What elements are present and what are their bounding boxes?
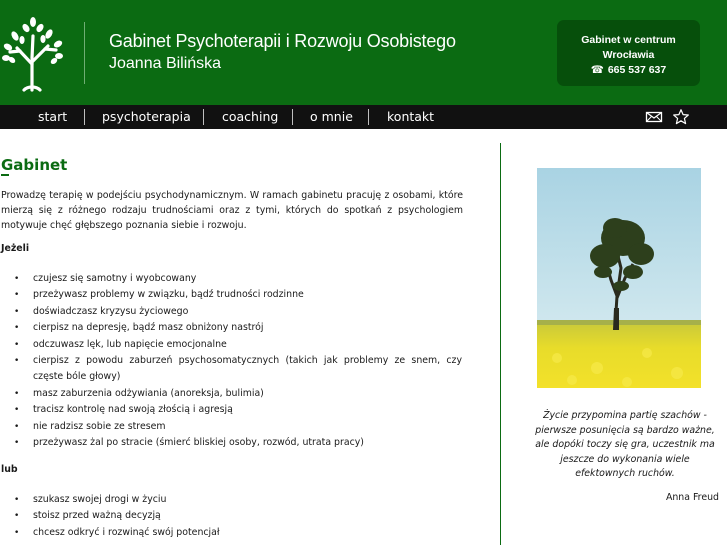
section-label-jezeli: Jeżeli xyxy=(1,243,30,254)
list-item: przeżywasz problemy w związku, bądź trud… xyxy=(0,287,462,304)
tree-logo-icon[interactable] xyxy=(2,14,64,92)
nav-separator xyxy=(203,109,204,125)
nav-separator xyxy=(368,109,369,125)
nav-item-start[interactable]: start xyxy=(38,105,67,129)
contact-line-2: Wrocławia xyxy=(602,49,655,61)
list-item: szukasz swojej drogi w życiu xyxy=(0,492,462,509)
list-item: cierpisz z powodu zaburzeń psychosomatyc… xyxy=(0,353,462,386)
column-divider xyxy=(500,143,501,545)
nav-item-kontakt[interactable]: kontakt xyxy=(387,105,434,129)
nav-item-o-mnie[interactable]: o mnie xyxy=(310,105,353,129)
tree-in-field-photo xyxy=(537,168,701,388)
quote-author: Anna Freud xyxy=(665,492,719,503)
section-label-lub: lub xyxy=(1,464,18,475)
list-item: stoisz przed ważną decyzją xyxy=(0,508,462,525)
contact-line-1: Gabinet w centrum xyxy=(581,34,676,46)
site-header: Gabinet Psychoterapii i Rozwoju Osobiste… xyxy=(0,0,727,105)
list-item: przeżywasz żal po stracie (śmierć bliski… xyxy=(0,435,462,452)
envelope-icon[interactable] xyxy=(645,109,663,125)
contact-box: Gabinet w centrum Wrocławia ☎ 665 537 637 xyxy=(557,20,700,86)
intro-paragraph: Prowadzę terapię w podejściu psychodynam… xyxy=(1,190,463,231)
goals-list: szukasz swojej drogi w życiustoisz przed… xyxy=(0,492,462,542)
site-title[interactable]: Gabinet Psychoterapii i Rozwoju Osobiste… xyxy=(109,31,456,52)
header-divider xyxy=(84,22,85,84)
list-item: odczuwasz lęk, lub napięcie emocjonalne xyxy=(0,337,462,354)
nav-separator xyxy=(292,109,293,125)
list-item: chcesz odkryć i rozwinąć swój potencjał xyxy=(0,525,462,542)
list-item: czujesz się samotny i wyobcowany xyxy=(0,271,462,288)
quote-text: Życie przypomina partię szachów - pierws… xyxy=(535,410,715,480)
title-underline xyxy=(1,174,9,176)
list-item: tracisz kontrolę nad swoją złością i agr… xyxy=(0,402,462,419)
site-subtitle: Joanna Bilińska xyxy=(109,55,222,72)
list-item: masz zaburzenia odżywiania (anoreksja, b… xyxy=(0,386,462,403)
list-item: nie radzisz sobie ze stresem xyxy=(0,419,462,436)
contact-phone-row: ☎ 665 537 637 xyxy=(557,63,700,78)
star-icon[interactable] xyxy=(672,109,690,125)
main-nav: start psychoterapia coaching o mnie kont… xyxy=(0,105,727,129)
phone-icon: ☎ xyxy=(590,64,604,76)
list-item: doświadczasz kryzysu życiowego xyxy=(0,304,462,321)
nav-item-psychoterapia[interactable]: psychoterapia xyxy=(102,105,191,129)
nav-separator xyxy=(84,109,85,125)
list-item: cierpisz na depresję, bądź masz obniżony… xyxy=(0,320,462,337)
nav-item-coaching[interactable]: coaching xyxy=(222,105,278,129)
contact-phone[interactable]: 665 537 637 xyxy=(608,64,666,76)
conditions-list: czujesz się samotny i wyobcowanyprzeżywa… xyxy=(0,271,462,452)
page-title: Gabinet xyxy=(1,156,68,174)
